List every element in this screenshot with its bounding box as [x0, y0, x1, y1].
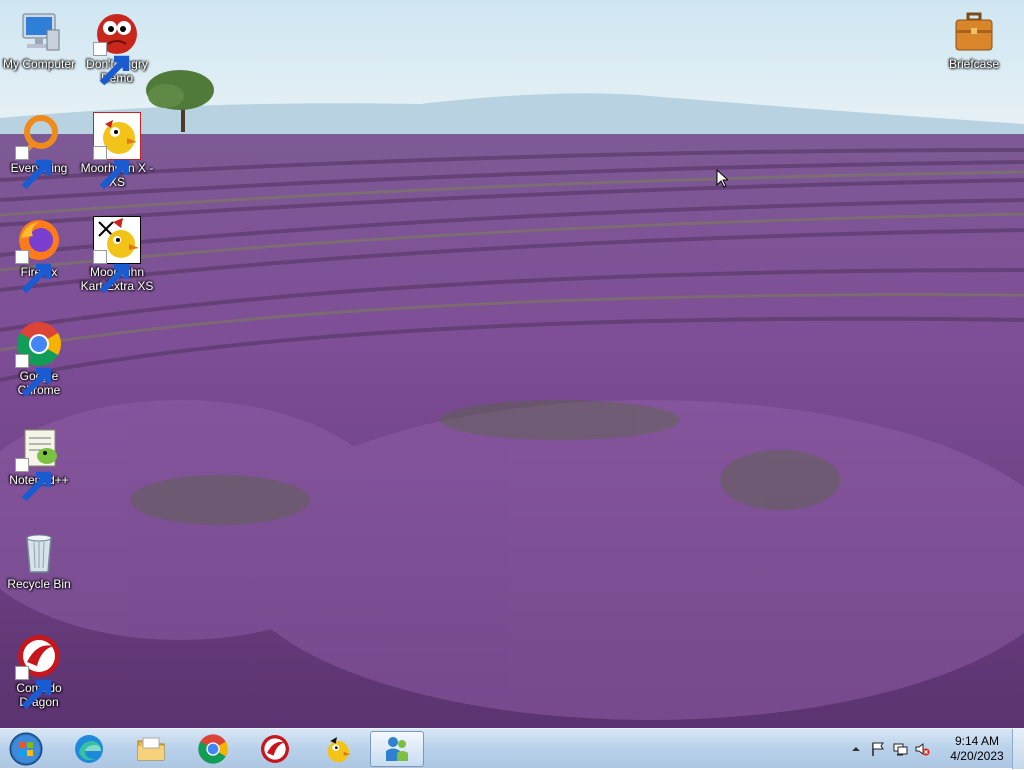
computer-icon: [22, 13, 60, 51]
shortcut-arrow-icon: [15, 250, 52, 294]
folder-icon: [137, 737, 165, 761]
show-hidden-icon: [852, 747, 860, 751]
taskbar-chrome-button[interactable]: [186, 731, 240, 767]
windows-orb-icon: [9, 732, 43, 766]
action-center-flag[interactable]: [870, 741, 886, 757]
desktop-icon-dont-angry-demo[interactable]: Don't Angry Demo: [78, 8, 156, 86]
taskbar-moorhuhn-button[interactable]: [310, 731, 364, 767]
taskbar-explorer-button[interactable]: [124, 731, 178, 767]
network-icon: [893, 743, 908, 756]
taskbar-edge-button[interactable]: [62, 731, 116, 767]
desktop-icon-label: My Computer: [2, 57, 76, 71]
desktop: My Computer Don't Angry Demo Everything: [0, 0, 1024, 728]
show-hidden-icons-button[interactable]: [848, 741, 864, 757]
system-tray: 9:14 AM 4/20/2023: [848, 729, 1008, 769]
flag-icon: [872, 742, 884, 756]
shortcut-arrow-icon: [15, 458, 52, 502]
clock[interactable]: 9:14 AM 4/20/2023: [946, 734, 1008, 764]
desktop-icon-notepad-plus-plus[interactable]: Notepad++: [0, 424, 78, 502]
recycle-bin-icon: [26, 534, 52, 573]
shortcut-arrow-icon: [93, 42, 130, 86]
shortcut-arrow-icon: [93, 250, 130, 294]
desktop-icon-label: Briefcase: [948, 57, 1000, 71]
desktop-icon-moorhuhn-x[interactable]: Moorhuhn X - XS: [78, 112, 156, 190]
chicken-icon: [327, 737, 351, 763]
desktop-icon-comodo-dragon[interactable]: Comodo Dragon: [0, 632, 78, 710]
wallpaper-lavender-field: [0, 0, 1024, 728]
chrome-icon: [198, 734, 228, 764]
desktop-icon-moorhuhn-kart[interactable]: Moorhuhn Kart Extra XS: [78, 216, 156, 294]
taskbar-active-app-button[interactable]: [370, 731, 424, 767]
desktop-icon-label: Recycle Bin: [7, 577, 71, 591]
volume-muted-icon: [915, 743, 930, 756]
clock-time: 9:14 AM: [954, 734, 1000, 748]
start-button[interactable]: [6, 731, 46, 767]
desktop-icon-everything[interactable]: Everything: [0, 112, 78, 190]
shortcut-arrow-icon: [15, 354, 52, 398]
shortcut-arrow-icon: [15, 146, 52, 190]
show-desktop-button[interactable]: [1012, 729, 1024, 769]
people-icon: [386, 737, 408, 761]
taskbar-comodo-dragon-button[interactable]: [248, 731, 302, 767]
comodo-dragon-icon: [261, 735, 289, 763]
network-status[interactable]: [892, 741, 908, 757]
edge-icon: [75, 735, 103, 763]
taskbar: 9:14 AM 4/20/2023: [0, 728, 1024, 769]
briefcase-icon: [955, 12, 993, 51]
volume-control[interactable]: [914, 741, 930, 757]
desktop-icon-google-chrome[interactable]: Google Chrome: [0, 320, 78, 398]
desktop-icon-my-computer[interactable]: My Computer: [0, 8, 78, 71]
clock-date: 4/20/2023: [950, 749, 1004, 763]
shortcut-arrow-icon: [15, 666, 52, 710]
desktop-icon-briefcase[interactable]: Briefcase: [935, 8, 1013, 71]
mouse-cursor-icon: [716, 169, 728, 188]
desktop-icon-recycle-bin[interactable]: Recycle Bin: [0, 528, 78, 591]
shortcut-arrow-icon: [93, 146, 130, 190]
desktop-icon-firefox[interactable]: Firefox: [0, 216, 78, 294]
